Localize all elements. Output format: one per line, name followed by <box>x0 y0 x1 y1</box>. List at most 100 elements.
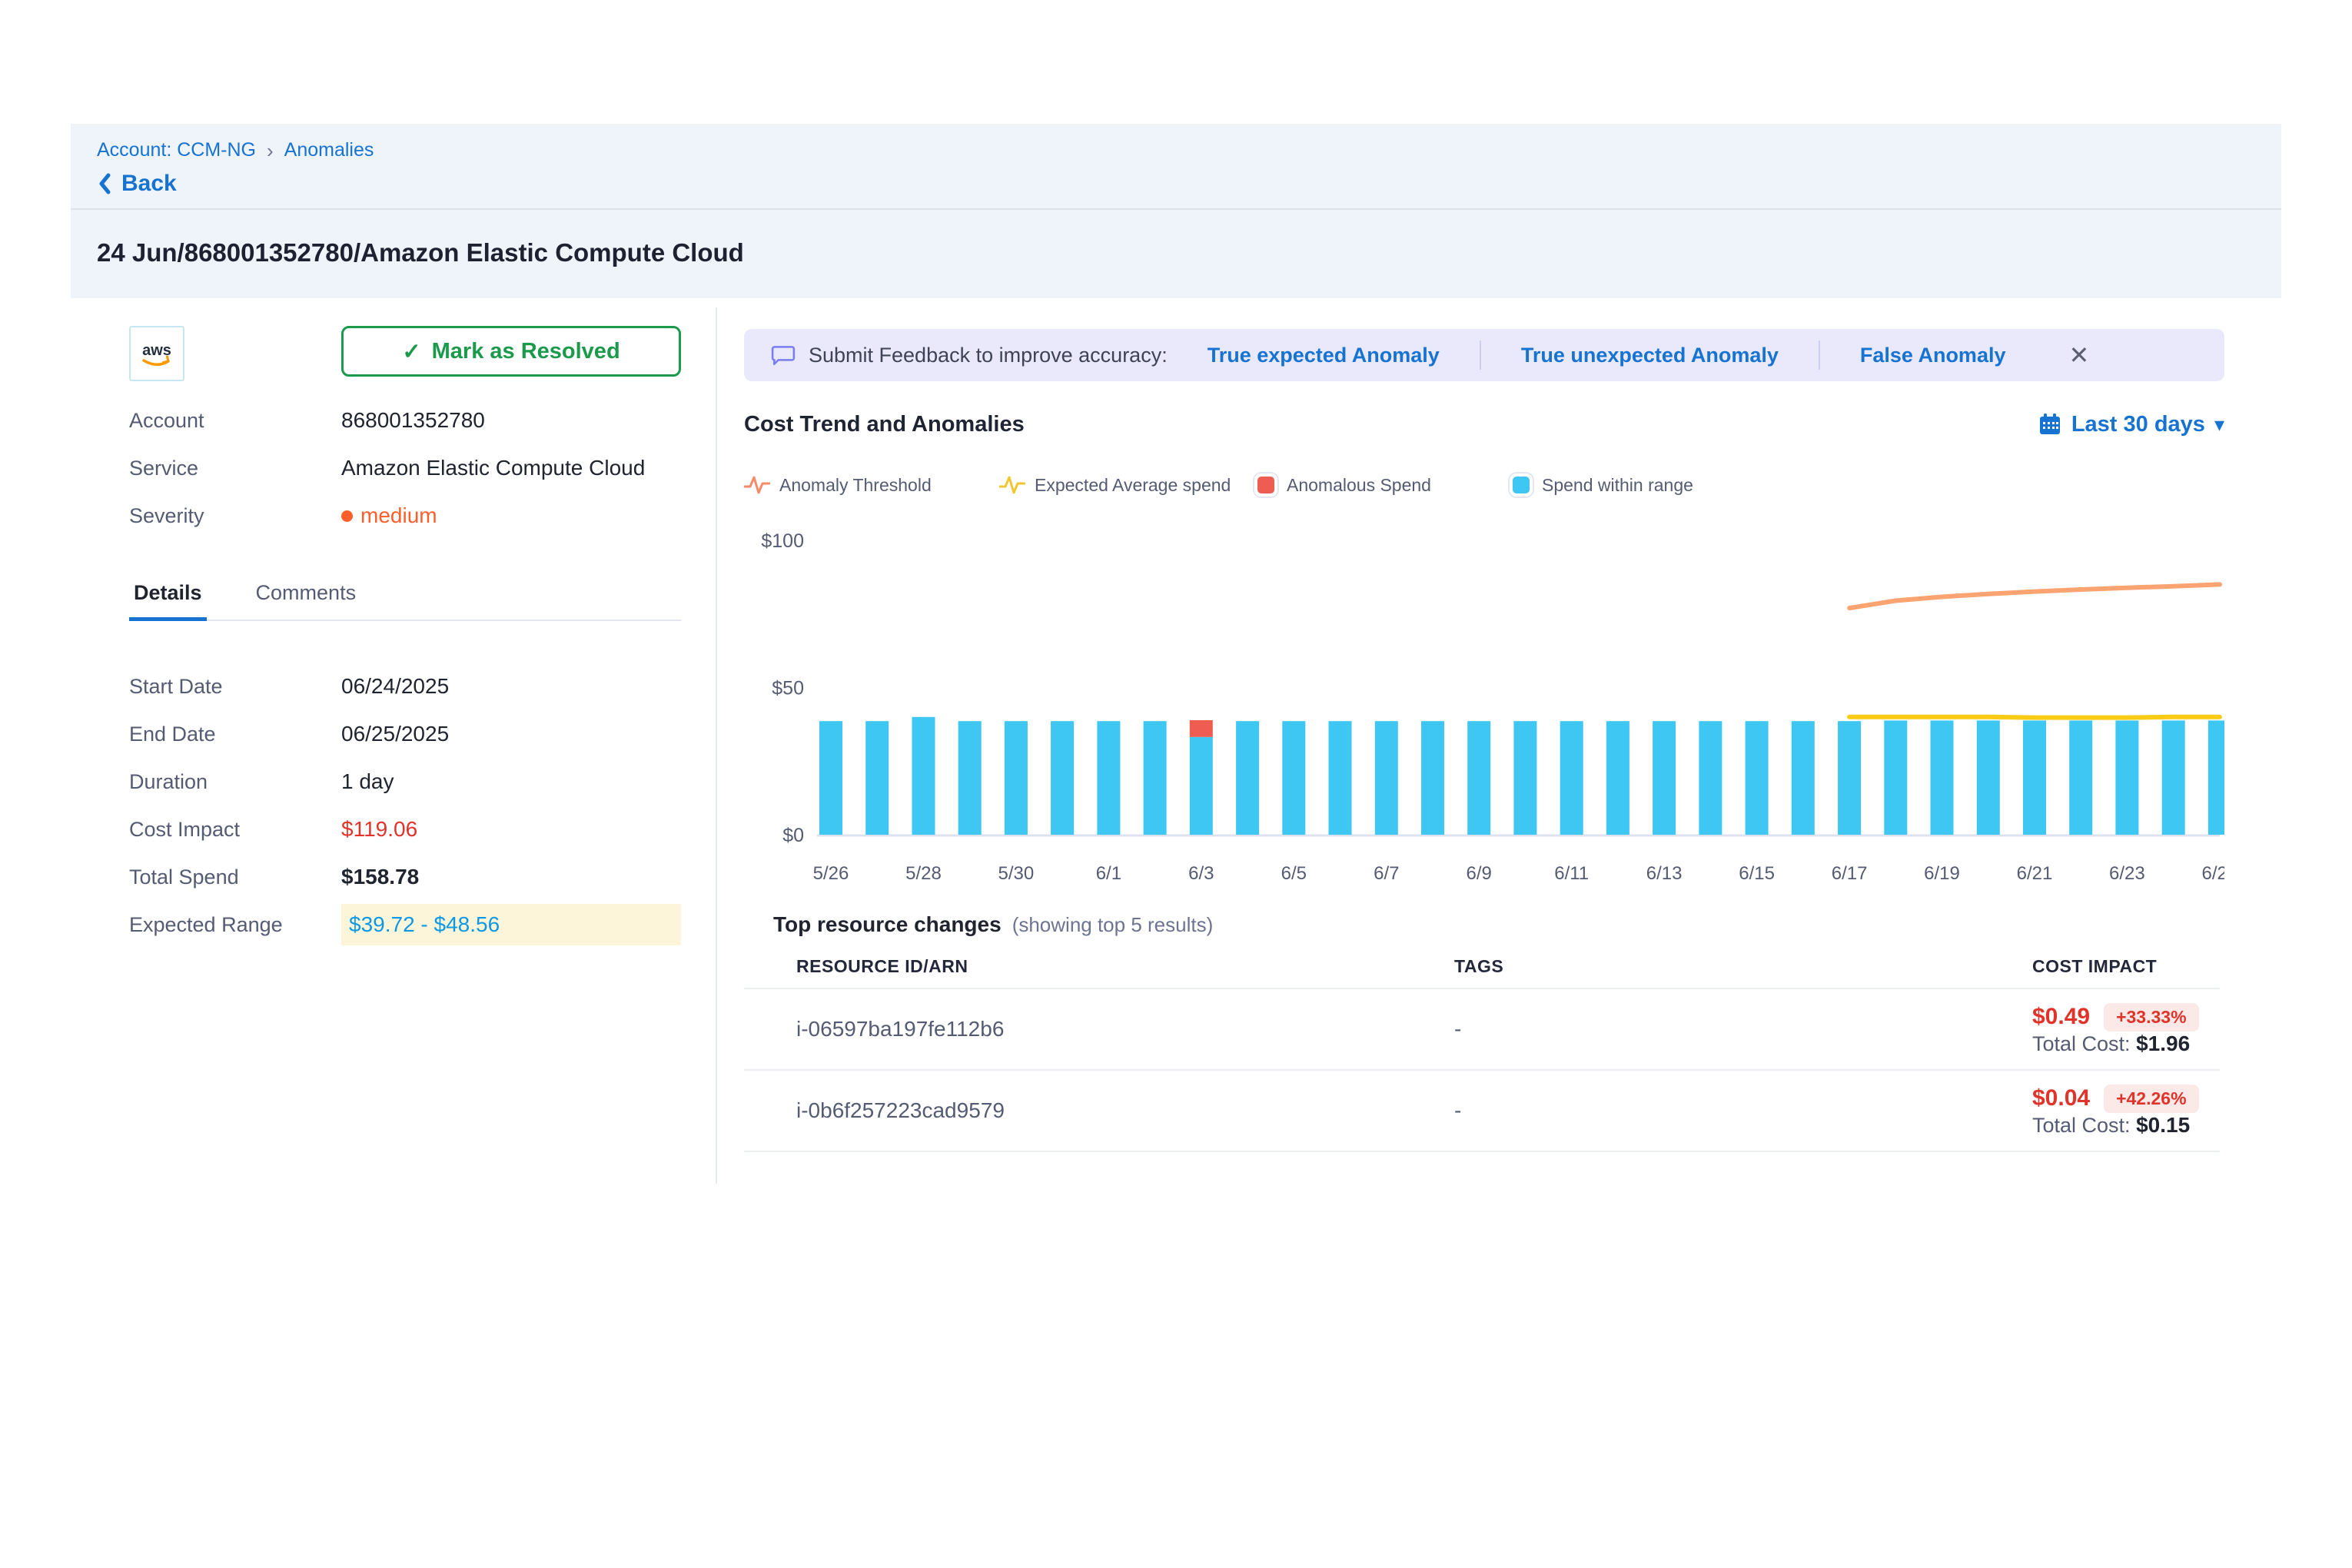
aws-provider-icon: aws <box>129 326 184 381</box>
date-range-selector[interactable]: Last 30 days ▾ <box>2038 412 2224 437</box>
breadcrumb-account-link[interactable]: Account: CCM-NG <box>97 139 256 161</box>
svg-text:5/26: 5/26 <box>813 863 849 884</box>
table-row: i-06597ba197fe112b6 - $0.49 +33.33% Tota… <box>744 989 2220 1071</box>
panel-divider <box>716 307 717 1184</box>
resource-id: i-0b6f257223cad9579 <box>796 1098 1454 1123</box>
breadcrumb: Account: CCM-NG › Anomalies <box>97 139 2281 161</box>
aws-logo: aws <box>137 337 177 370</box>
service-value: Amazon Elastic Compute Cloud <box>341 456 645 480</box>
details-tab-content: Start Date 06/24/2025 End Date 06/25/202… <box>129 663 681 948</box>
legend-label: Spend within range <box>1542 475 1693 496</box>
cost-impact-amount: $0.49 <box>2032 1004 2090 1030</box>
svg-text:6/5: 6/5 <box>1281 863 1307 884</box>
table-header-row: RESOURCE ID/ARN TAGS COST IMPACT <box>744 945 2220 989</box>
resource-tags: - <box>1454 1098 2032 1123</box>
total-cost-value: $1.96 <box>2136 1031 2190 1055</box>
total-cost-value: $0.15 <box>2136 1113 2190 1137</box>
resource-id: i-06597ba197fe112b6 <box>796 1017 1454 1041</box>
severity-row: Severity medium <box>129 492 681 540</box>
end-date-row: End Date 06/25/2025 <box>129 710 681 758</box>
caret-down-icon: ▾ <box>2214 413 2224 437</box>
mark-as-resolved-button[interactable]: ✓ Mark as Resolved <box>341 326 681 377</box>
end-date-value: 06/25/2025 <box>341 722 449 746</box>
svg-text:6/1: 6/1 <box>1096 863 1121 884</box>
expected-range-label: Expected Range <box>129 913 341 937</box>
svg-text:6/19: 6/19 <box>1924 863 1960 884</box>
tab-comments[interactable]: Comments <box>251 572 361 620</box>
account-value: 868001352780 <box>341 408 485 433</box>
date-range-label: Last 30 days <box>2071 412 2205 437</box>
svg-text:$0: $0 <box>782 825 804 846</box>
svg-text:6/23: 6/23 <box>2109 863 2145 884</box>
back-button[interactable]: Back <box>97 171 177 197</box>
start-date-value: 06/24/2025 <box>341 674 449 699</box>
total-cost-line: Total Cost: $0.15 <box>2032 1114 2190 1137</box>
top-resource-changes-header: Top resource changes (showing top 5 resu… <box>744 909 2224 940</box>
feedback-option-false-anomaly[interactable]: False Anomaly <box>1820 344 2046 367</box>
column-tags: TAGS <box>1454 956 2032 977</box>
feedback-option-true-unexpected[interactable]: True unexpected Anomaly <box>1481 344 1819 367</box>
severity-value: medium <box>360 503 437 528</box>
start-date-row: Start Date 06/24/2025 <box>129 663 681 710</box>
start-date-label: Start Date <box>129 675 341 699</box>
page-title: 24 Jun/868001352780/Amazon Elastic Compu… <box>71 210 2281 296</box>
svg-text:6/9: 6/9 <box>1467 863 1492 884</box>
chart-header: Cost Trend and Anomalies Last 30 days ▾ <box>744 409 2224 440</box>
cost-impact-label: Cost Impact <box>129 818 341 842</box>
column-resource-id: RESOURCE ID/ARN <box>796 956 1454 977</box>
feedback-bar: Submit Feedback to improve accuracy: Tru… <box>744 329 2224 381</box>
legend-item-expected-average-spend: Expected Average spend <box>999 473 1254 497</box>
detail-tabs: Details Comments <box>129 572 681 621</box>
total-cost-label: Total Cost: <box>2032 1114 2131 1137</box>
svg-text:6/11: 6/11 <box>1554 863 1589 884</box>
account-label: Account <box>129 409 341 433</box>
duration-value: 1 day <box>341 769 394 794</box>
feedback-option-true-expected[interactable]: True expected Anomaly <box>1168 344 1480 367</box>
severity-dot-icon <box>341 510 353 522</box>
legend-label: Anomaly Threshold <box>779 475 932 496</box>
anomaly-trend-panel: Submit Feedback to improve accuracy: Tru… <box>744 329 2224 1152</box>
resource-cost-cell: $0.04 +42.26% Total Cost: $0.15 <box>2032 1085 2220 1138</box>
chart-title: Cost Trend and Anomalies <box>744 412 1025 437</box>
feedback-prompt: Submit Feedback to improve accuracy: <box>809 344 1168 367</box>
severity-label: Severity <box>129 504 341 528</box>
service-label: Service <box>129 457 341 480</box>
cost-impact-value: $119.06 <box>341 817 417 842</box>
svg-text:6/25: 6/25 <box>2202 863 2224 884</box>
total-spend-row: Total Spend $158.78 <box>129 853 681 901</box>
svg-text:6/3: 6/3 <box>1188 863 1214 884</box>
svg-text:6/15: 6/15 <box>1739 863 1775 884</box>
resolve-label: Mark as Resolved <box>432 339 620 364</box>
duration-row: Duration 1 day <box>129 758 681 806</box>
calendar-icon <box>2038 412 2062 437</box>
breadcrumb-anomalies-link[interactable]: Anomalies <box>284 139 374 161</box>
cost-trend-chart: $0$50$1005/265/285/306/16/36/56/76/96/11… <box>744 530 2224 895</box>
expected-range-row: Expected Range $39.72 - $48.56 <box>129 901 681 948</box>
chat-bubble-icon <box>770 342 796 368</box>
service-row: Service Amazon Elastic Compute Cloud <box>129 444 681 492</box>
tab-details[interactable]: Details <box>129 572 207 621</box>
top-resource-changes-title: Top resource changes <box>773 912 1002 937</box>
total-spend-label: Total Spend <box>129 865 341 889</box>
table-row: i-0b6f257223cad9579 - $0.04 +42.26% Tota… <box>744 1071 2220 1152</box>
pulse-line-icon <box>744 473 770 497</box>
chevron-right-icon: › <box>267 141 274 161</box>
total-cost-label: Total Cost: <box>2032 1032 2131 1055</box>
legend-label: Anomalous Spend <box>1287 475 1431 496</box>
legend-item-anomaly-threshold: Anomaly Threshold <box>744 473 999 497</box>
legend-label: Expected Average spend <box>1035 475 1231 496</box>
duration-label: Duration <box>129 770 341 794</box>
anomaly-summary-panel: aws ✓ Mark as Resolved Account 868001352… <box>129 326 681 948</box>
svg-text:6/17: 6/17 <box>1832 863 1868 884</box>
close-icon[interactable]: ✕ <box>2068 343 2089 367</box>
chart-legend: Anomaly Threshold Expected Average spend A… <box>744 470 2224 500</box>
back-label: Back <box>121 171 177 197</box>
severity-badge: medium <box>341 503 437 528</box>
account-row: Account 868001352780 <box>129 397 681 444</box>
svg-text:$100: $100 <box>761 530 804 552</box>
legend-item-anomalous-spend: Anomalous Spend <box>1254 473 1510 497</box>
page-header: Account: CCM-NG › Anomalies Back 24 Jun/… <box>71 124 2281 298</box>
end-date-label: End Date <box>129 723 341 746</box>
resource-changes-table: RESOURCE ID/ARN TAGS COST IMPACT i-06597… <box>744 945 2220 1152</box>
svg-text:5/30: 5/30 <box>998 863 1035 884</box>
